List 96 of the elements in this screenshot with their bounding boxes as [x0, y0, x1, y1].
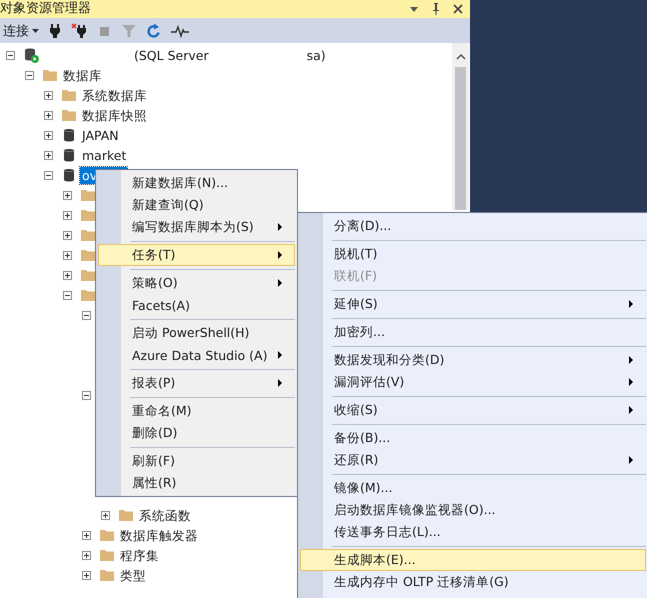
folder-icon [80, 247, 96, 263]
submenu-arrow-icon [278, 351, 283, 359]
collapse-icon[interactable] [6, 50, 15, 60]
menu-item[interactable]: 生成脚本(E)... [300, 549, 646, 571]
server-icon [23, 47, 39, 63]
tree-item[interactable]: 系统数据库 [80, 86, 149, 104]
folder-icon [99, 547, 115, 563]
tree-item[interactable]: JAPAN [80, 126, 121, 144]
folder-icon [80, 207, 96, 223]
tree-item[interactable]: 系统函数 [137, 506, 193, 524]
scrollbar[interactable] [452, 43, 469, 210]
menu-item[interactable]: 分离(D)... [300, 215, 646, 237]
tree-item[interactable]: 数据库快照 [80, 106, 149, 124]
collapse-icon[interactable] [82, 390, 91, 400]
refresh-icon[interactable] [146, 22, 162, 38]
connect-button[interactable]: 连接 [3, 22, 39, 40]
database-icon [61, 147, 77, 163]
tree-item[interactable]: 程序集 [118, 546, 161, 564]
expand-icon[interactable] [44, 90, 53, 100]
submenu-arrow-icon [629, 378, 634, 386]
folder-icon [80, 267, 96, 283]
menu-item[interactable]: 还原(R) [300, 449, 646, 471]
scrollbar-thumb[interactable] [455, 67, 466, 210]
expand-icon[interactable] [44, 130, 53, 140]
disconnect-icon[interactable] [71, 22, 89, 38]
submenu-arrow-icon [629, 456, 634, 464]
caret-icon [32, 28, 39, 32]
tree-item[interactable]: 数据库 [61, 66, 104, 84]
menu-item[interactable]: 数据发现和分类(D) [300, 349, 646, 371]
submenu-arrow-icon [278, 279, 283, 287]
submenu-arrow-icon [278, 251, 283, 259]
plug-icon[interactable] [48, 22, 62, 38]
menu-item[interactable]: 编写数据库脚本为(S) [98, 216, 295, 238]
menu-item[interactable]: Facets(A) [98, 294, 295, 316]
expand-icon[interactable] [82, 530, 91, 540]
panel-title: 对象资源管理器 [0, 0, 91, 18]
collapse-icon[interactable] [25, 70, 34, 80]
collapse-icon[interactable] [63, 290, 72, 300]
menu-item[interactable]: 任务(T) [98, 244, 295, 266]
scroll-up-icon[interactable] [456, 53, 466, 61]
menu-item[interactable]: Azure Data Studio (A) [98, 344, 295, 366]
expand-icon[interactable] [63, 210, 72, 220]
collapse-icon[interactable] [82, 310, 91, 320]
collapse-icon[interactable] [44, 170, 53, 180]
tree-item[interactable]: (SQL Server [132, 46, 211, 64]
expand-icon[interactable] [82, 550, 91, 560]
tree-item[interactable]: 类型 [118, 566, 148, 584]
close-icon[interactable] [452, 3, 464, 15]
folder-icon [80, 187, 96, 203]
folder-icon [80, 227, 96, 243]
submenu-arrow-icon [629, 356, 634, 364]
menu-item[interactable]: 策略(O) [98, 272, 295, 294]
menu-item[interactable]: 延伸(S) [300, 293, 646, 315]
menu-item[interactable]: 加密列... [300, 321, 646, 343]
folder-icon [61, 87, 77, 103]
expand-icon[interactable] [63, 190, 72, 200]
pin-icon[interactable] [430, 2, 442, 16]
menu-item[interactable]: 重命名(M) [98, 400, 295, 422]
expand-icon[interactable] [82, 570, 91, 580]
menu-item[interactable]: 新建数据库(N)... [98, 172, 295, 194]
folder-icon [61, 107, 77, 123]
expand-icon[interactable] [44, 150, 53, 160]
submenu-arrow-icon [629, 300, 634, 308]
database-icon [61, 167, 77, 183]
menu-item[interactable]: 报表(P) [98, 372, 295, 394]
expand-icon[interactable] [101, 510, 110, 520]
menu-item[interactable]: 镜像(M)... [300, 477, 646, 499]
submenu-arrow-icon [278, 223, 283, 231]
folder-icon [80, 287, 96, 303]
menu-item[interactable]: 刷新(F) [98, 450, 295, 472]
folder-icon [118, 507, 134, 523]
menu-item[interactable]: 删除(D) [98, 422, 295, 444]
folder-icon [42, 67, 58, 83]
menu-item[interactable]: 漏洞评估(V) [300, 371, 646, 393]
folder-icon [99, 527, 115, 543]
menu-item[interactable]: 启动数据库镜像监视器(O)... [300, 499, 646, 521]
menu-item[interactable]: 属性(R) [98, 472, 295, 494]
activity-icon[interactable] [171, 22, 189, 38]
menu-item[interactable]: 备份(B)... [300, 427, 646, 449]
submenu-arrow-icon [629, 406, 634, 414]
database-icon [61, 127, 77, 143]
expand-icon[interactable] [63, 250, 72, 260]
tree-item[interactable]: 数据库触发器 [118, 526, 200, 544]
menu-item[interactable]: 新建查询(Q) [98, 194, 295, 216]
menu-item[interactable]: 启动 PowerShell(H) [98, 322, 295, 344]
tree-item-login: sa) [306, 48, 326, 62]
tree-item[interactable]: market [80, 146, 128, 164]
expand-icon[interactable] [44, 110, 53, 120]
folder-icon [99, 567, 115, 583]
menu-item[interactable]: 收缩(S) [300, 399, 646, 421]
submenu-arrow-icon [278, 379, 283, 387]
menu-item[interactable]: 传送事务日志(L)... [300, 521, 646, 543]
menu-item[interactable]: 脱机(T) [300, 243, 646, 265]
menu-item[interactable]: 生成内存中 OLTP 迁移清单(G) [300, 571, 646, 593]
expand-icon[interactable] [63, 230, 72, 240]
expand-icon[interactable] [63, 270, 72, 280]
